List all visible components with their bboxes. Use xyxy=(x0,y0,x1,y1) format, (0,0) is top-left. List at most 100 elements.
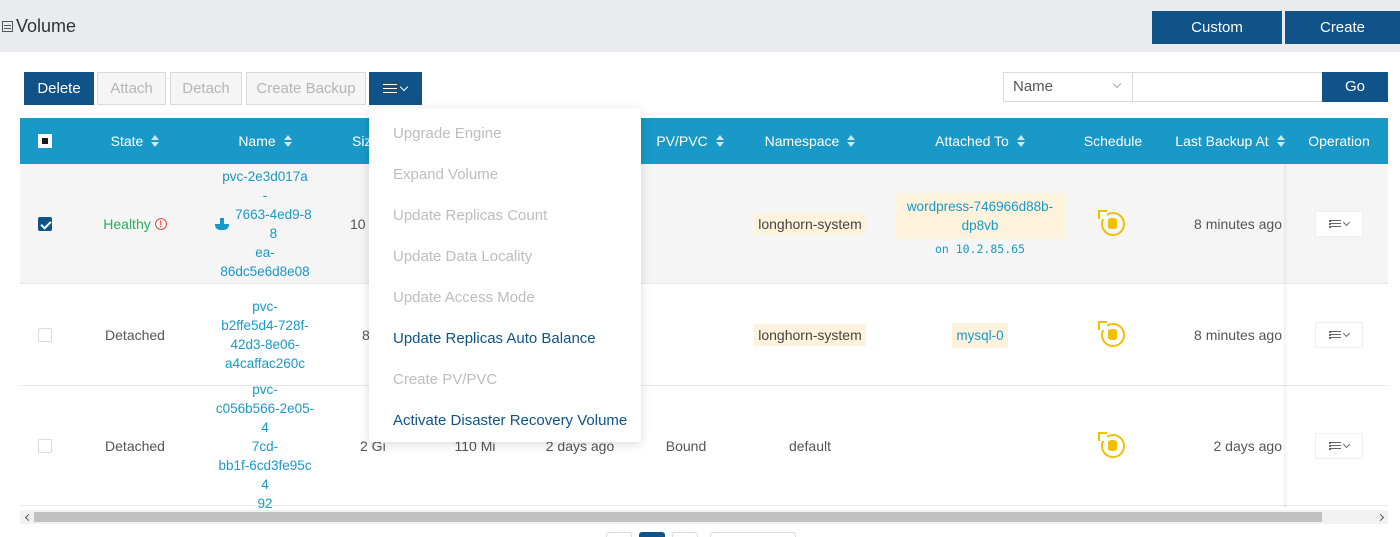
sort-icon[interactable] xyxy=(1276,135,1285,147)
column-namespace-label: Namespace xyxy=(764,133,840,149)
restore-icon xyxy=(215,218,229,230)
name-line: b2ffe5d4-728f- xyxy=(221,318,309,333)
chevron-down-icon xyxy=(1342,329,1350,338)
pagination-page-current[interactable] xyxy=(639,532,665,537)
search-field-select[interactable]: Name xyxy=(1003,72,1133,102)
create-volume-button[interactable]: Create Volume xyxy=(1285,11,1400,69)
menu-item-upgrade-engine[interactable]: Upgrade Engine xyxy=(369,113,641,154)
state-cell: Detached xyxy=(105,438,165,454)
column-operation-label: Operation xyxy=(1308,133,1370,149)
row-select-cell xyxy=(20,284,70,386)
scroll-right-icon[interactable] xyxy=(1374,510,1388,524)
row-checkbox[interactable] xyxy=(38,328,52,342)
namespace-tag: longhorn-system xyxy=(754,324,866,346)
menu-item-update-replicas-count[interactable]: Update Replicas Count xyxy=(369,195,641,236)
column-namespace[interactable]: Namespace xyxy=(750,118,870,164)
more-actions-button[interactable] xyxy=(369,72,422,105)
menu-item-activate-dr-volume[interactable]: Activate Disaster Recovery Volume xyxy=(369,400,641,441)
table-row[interactable]: Detached pvc- c056b566-2e05-4 7cd- bb1f-… xyxy=(20,382,1388,509)
operation-menu-button[interactable] xyxy=(1315,211,1363,237)
chevron-down-icon xyxy=(1342,440,1350,449)
attached-line: wordpress-746966d88b- xyxy=(906,198,1054,214)
volume-name-link[interactable]: pvc- b2ffe5d4-728f- 42d3-8e06- a4caffac2… xyxy=(215,297,315,373)
go-button[interactable]: Go xyxy=(1322,72,1388,102)
row-checkbox[interactable] xyxy=(38,439,52,453)
search-input[interactable] xyxy=(1133,72,1323,102)
menu-item-update-data-locality[interactable]: Update Data Locality xyxy=(369,236,641,277)
table-row[interactable]: Healthy ! pvc-2e3d017a - 7663-4ed9-88 ea… xyxy=(20,164,1388,284)
table-row[interactable]: Detached pvc- b2ffe5d4-728f- 42d3-8e06- … xyxy=(20,284,1388,386)
name-cell: pvc- c056b566-2e05-4 7cd- bb1f-6cd3fe95c… xyxy=(200,382,330,509)
list-icon xyxy=(1328,220,1341,228)
name-line: 86dc5e6d8e08 xyxy=(220,264,310,279)
sort-icon[interactable] xyxy=(283,135,292,147)
menu-item-expand-volume[interactable]: Expand Volume xyxy=(369,154,641,195)
chevron-down-icon xyxy=(1112,79,1122,89)
namespace-tag: longhorn-system xyxy=(754,213,866,235)
chevron-down-icon xyxy=(1342,218,1350,227)
column-operation: Operation xyxy=(1290,118,1388,164)
table-header: State Name Size PV/PVC Namespace Attache… xyxy=(20,118,1388,164)
attached-to-link[interactable]: wordpress-746966d88b- dp8vb xyxy=(894,192,1066,239)
menu-item-update-replicas-auto-balance[interactable]: Update Replicas Auto Balance xyxy=(369,318,641,359)
menu-item-update-access-mode[interactable]: Update Access Mode xyxy=(369,277,641,318)
schedule-icon[interactable] xyxy=(1098,432,1125,458)
name-line: pvc- xyxy=(252,381,278,397)
column-state[interactable]: State xyxy=(70,118,200,164)
schedule-cell xyxy=(1068,164,1158,284)
state-text: Healthy xyxy=(103,216,151,232)
sort-icon[interactable] xyxy=(715,135,724,147)
delete-button[interactable]: Delete xyxy=(24,72,94,105)
column-schedule-label: Schedule xyxy=(1083,133,1143,149)
detach-button[interactable]: Detach xyxy=(170,72,242,105)
custom-column-button[interactable]: Custom Column xyxy=(1152,11,1282,69)
column-pv-pvc[interactable]: PV/PVC xyxy=(640,118,740,164)
list-icon xyxy=(1328,331,1341,339)
column-attached-to[interactable]: Attached To xyxy=(900,118,1060,164)
scroll-left-icon[interactable] xyxy=(20,510,34,524)
pagination-prev[interactable] xyxy=(606,532,632,537)
name-line: 7cd- xyxy=(251,438,279,454)
attached-to-link[interactable]: mysql-0 xyxy=(952,322,1008,348)
attach-button[interactable]: Attach xyxy=(97,72,166,105)
namespace-cell: default xyxy=(788,438,832,454)
scrollbar-thumb[interactable] xyxy=(34,512,1322,522)
name-line: 42d3-8e06- xyxy=(230,337,300,352)
volume-name-link[interactable]: pvc-2e3d017a - 7663-4ed9-88 ea- 86dc5e6d… xyxy=(215,167,315,281)
sort-icon[interactable] xyxy=(1016,135,1025,147)
volume-name-link[interactable]: pvc- c056b566-2e05-4 7cd- bb1f-6cd3fe95c… xyxy=(215,380,315,509)
row-checkbox[interactable] xyxy=(38,217,52,231)
list-icon xyxy=(383,83,397,94)
column-last-backup[interactable]: Last Backup At xyxy=(1170,118,1290,164)
node-ip: on 10.2.85.65 xyxy=(934,241,1025,256)
operation-menu-button[interactable] xyxy=(1315,433,1363,459)
volume-icon xyxy=(2,21,13,32)
select-all-checkbox[interactable] xyxy=(38,134,52,148)
sort-icon[interactable] xyxy=(847,135,856,147)
horizontal-scrollbar[interactable] xyxy=(20,510,1388,524)
state-cell: Detached xyxy=(105,327,165,343)
name-line: c056b566-2e05-4 xyxy=(215,400,315,435)
state-cell: Healthy ! xyxy=(70,164,200,284)
menu-item-create-pv-pvc[interactable]: Create PV/PVC xyxy=(369,359,641,400)
column-pv-pvc-label: PV/PVC xyxy=(656,133,708,149)
pv-pvc-cell: Bound xyxy=(665,438,707,454)
operation-menu-button[interactable] xyxy=(1315,322,1363,348)
name-line: 92 xyxy=(257,495,273,509)
fixed-column-shadow xyxy=(1284,164,1288,508)
pagination-size-select[interactable] xyxy=(710,532,796,537)
schedule-icon[interactable] xyxy=(1098,210,1125,236)
search-field-value: Name xyxy=(1013,78,1054,95)
column-name[interactable]: Name xyxy=(200,118,330,164)
name-line: a4caffac260c xyxy=(224,356,306,371)
name-line: pvc-2e3d017a xyxy=(222,169,308,184)
warning-icon[interactable]: ! xyxy=(154,218,167,230)
pagination-next[interactable] xyxy=(672,532,698,537)
create-backup-button[interactable]: Create Backup xyxy=(246,72,366,105)
schedule-icon[interactable] xyxy=(1098,321,1125,347)
sort-icon[interactable] xyxy=(151,135,160,147)
volume-table: State Name Size PV/PVC Namespace Attache… xyxy=(20,118,1388,508)
name-cell: pvc-2e3d017a - 7663-4ed9-88 ea- 86dc5e6d… xyxy=(200,164,330,284)
namespace-cell: longhorn-system xyxy=(750,164,870,284)
page-header: Volume Custom Column Create Volume xyxy=(0,0,1400,69)
